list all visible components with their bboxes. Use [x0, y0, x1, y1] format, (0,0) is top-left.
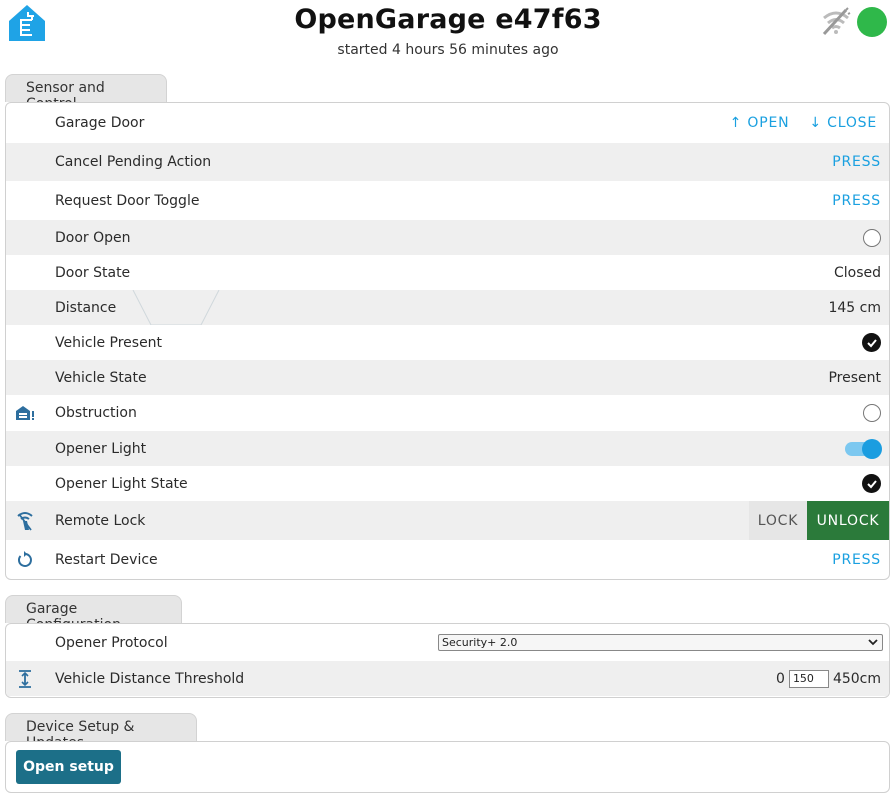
unlock-button[interactable]: UNLOCK: [807, 501, 889, 540]
vehicle-present-row: Vehicle Present: [6, 325, 889, 360]
request-toggle-label: Request Door Toggle: [55, 192, 200, 209]
opener-light-toggle[interactable]: [845, 438, 882, 459]
distance-sparkline-icon: [132, 290, 220, 325]
vehicle-state-label: Vehicle State: [55, 369, 147, 386]
vehicle-present-label: Vehicle Present: [55, 334, 163, 351]
restart-label: Restart Device: [55, 551, 158, 568]
remote-lock-icon: [14, 510, 36, 532]
obstruction-indicator-icon: [863, 404, 881, 422]
remote-lock-label: Remote Lock: [55, 512, 146, 529]
toggle-knob: [862, 438, 882, 459]
distance-row: Distance 145 cm: [6, 290, 889, 325]
garage-door-label: Garage Door: [55, 115, 145, 131]
arrow-expand-vertical-icon: [14, 668, 36, 690]
threshold-min: 0: [776, 670, 785, 687]
device-setup-section: Open setup: [5, 741, 890, 793]
opener-protocol-label: Opener Protocol: [55, 634, 168, 651]
restart-icon: [14, 549, 36, 571]
close-door-button[interactable]: ↓ CLOSE: [809, 115, 877, 131]
tab-sensor-and-control[interactable]: Sensor and Control: [5, 74, 167, 112]
cancel-pending-press-button[interactable]: PRESS: [832, 154, 881, 170]
chevron-down-icon: [868, 639, 878, 646]
threshold-max: 450cm: [832, 670, 881, 687]
opener-protocol-row: Opener Protocol Security+ 2.0: [6, 624, 889, 661]
restart-press-button[interactable]: PRESS: [832, 552, 881, 568]
page-title: OpenGarage e47f63: [294, 4, 602, 35]
door-open-row: Door Open: [6, 220, 889, 255]
sensor-control-section: Garage Door ↑ OPEN ↓ CLOSE Cancel Pendin…: [5, 102, 890, 580]
obstruction-label: Obstruction: [55, 405, 137, 421]
remote-lock-row: Remote Lock LOCK UNLOCK: [6, 501, 889, 540]
page-header: OpenGarage e47f63 started 4 hours 56 min…: [0, 0, 896, 68]
obstruction-row: Obstruction: [6, 395, 889, 431]
garage-alert-icon: [14, 402, 36, 424]
threshold-input[interactable]: 150: [788, 669, 829, 688]
open-door-button[interactable]: ↑ OPEN: [730, 115, 790, 131]
distance-label: Distance: [55, 299, 117, 316]
opener-light-state-label: Opener Light State: [55, 475, 188, 492]
garage-configuration-section: Opener Protocol Security+ 2.0 Vehicle Di…: [5, 623, 890, 698]
vehicle-state-value: Present: [828, 369, 881, 386]
request-toggle-press-button[interactable]: PRESS: [832, 193, 881, 209]
distance-value: 145 cm: [828, 299, 881, 316]
cancel-pending-label: Cancel Pending Action: [55, 154, 212, 170]
opener-protocol-selected: Security+ 2.0: [442, 636, 518, 649]
tab-device-setup[interactable]: Device Setup & Updates: [5, 713, 197, 751]
vehicle-present-check-icon: [862, 333, 881, 352]
threshold-row: Vehicle Distance Threshold 0 150 450cm: [6, 661, 889, 696]
vehicle-state-row: Vehicle State Present: [6, 360, 889, 395]
uptime-text: started 4 hours 56 minutes ago: [337, 42, 559, 58]
connection-status-indicator: [857, 7, 887, 37]
open-setup-button[interactable]: Open setup: [16, 750, 121, 784]
door-state-row: Door State Closed: [6, 255, 889, 290]
opener-light-row: Opener Light: [6, 431, 889, 466]
tab-garage-configuration[interactable]: Garage Configuration: [5, 595, 182, 633]
garage-door-row: Garage Door ↑ OPEN ↓ CLOSE: [6, 103, 889, 143]
restart-row: Restart Device PRESS: [6, 540, 889, 579]
threshold-label: Vehicle Distance Threshold: [55, 670, 245, 687]
opener-light-state-check-icon: [862, 474, 881, 493]
request-toggle-row: Request Door Toggle PRESS: [6, 181, 889, 220]
wifi-off-icon[interactable]: [820, 6, 852, 38]
door-state-label: Door State: [55, 264, 131, 281]
door-open-indicator-icon: [863, 228, 881, 247]
cancel-pending-row: Cancel Pending Action PRESS: [6, 143, 889, 181]
opener-light-state-row: Opener Light State: [6, 466, 889, 501]
door-open-label: Door Open: [55, 229, 131, 246]
door-state-value: Closed: [833, 264, 881, 281]
opener-protocol-select[interactable]: Security+ 2.0: [438, 634, 883, 651]
opener-light-label: Opener Light: [55, 440, 147, 457]
lock-button[interactable]: LOCK: [749, 501, 807, 540]
